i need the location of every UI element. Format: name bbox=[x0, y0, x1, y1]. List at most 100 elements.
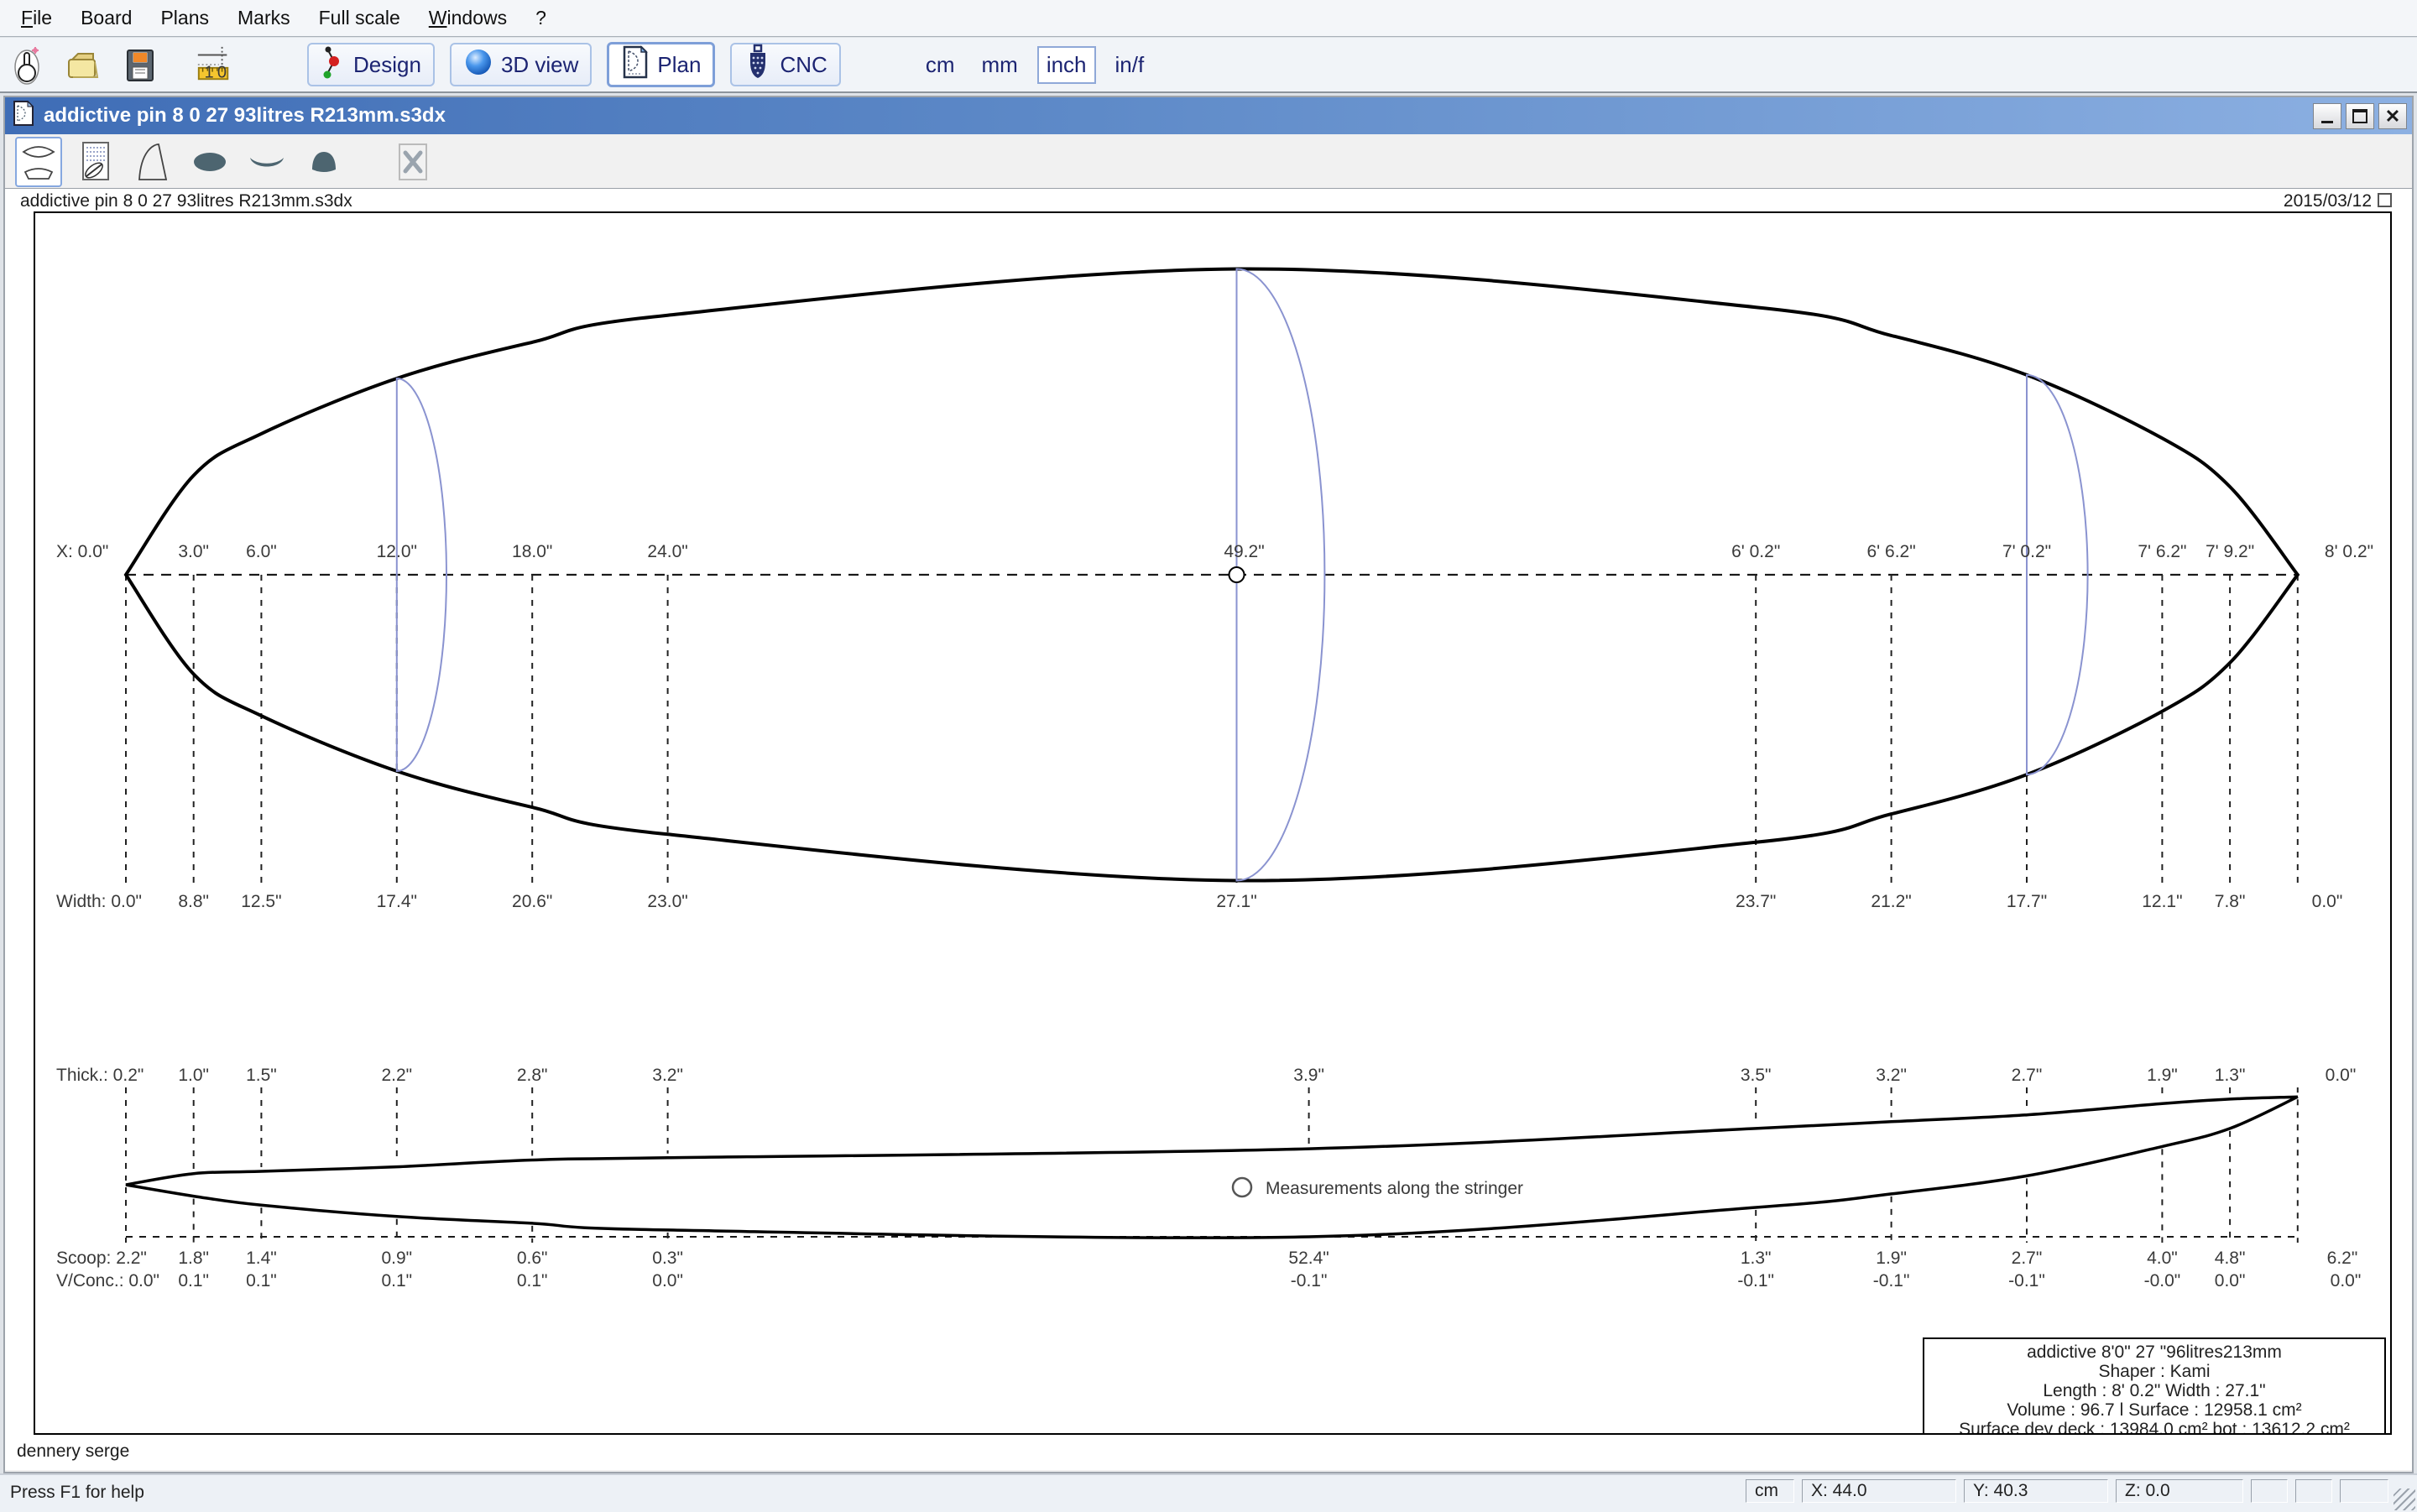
x-measurement-label: X: 0.0" bbox=[56, 542, 108, 561]
scoop-measurement-label: 4.0" bbox=[2147, 1249, 2178, 1268]
menu-item-board[interactable]: Board bbox=[66, 0, 146, 36]
svg-text:0: 0 bbox=[217, 63, 227, 81]
menu-bar: FileBoardPlansMarksFull scaleWindows? bbox=[0, 0, 2417, 37]
3d-view-button[interactable]: 3D view bbox=[450, 43, 592, 86]
scoop-measurement-label: 1.8" bbox=[178, 1249, 209, 1268]
status-y-field: Y: 40.3 bbox=[1964, 1479, 2108, 1503]
width-measurement-label: 23.7" bbox=[1736, 892, 1776, 911]
drawing-frame: X: 0.0"3.0"6.0"12.0"18.0"24.0"49.2"6' 0.… bbox=[34, 211, 2392, 1435]
stringer-annotation: Measurements along the stringer bbox=[1266, 1179, 1523, 1198]
stringer-radio-marker[interactable] bbox=[1233, 1178, 1251, 1197]
plan-button[interactable]: Plan bbox=[607, 42, 715, 87]
slice-deck-button[interactable] bbox=[300, 137, 347, 187]
width-measurement-label: 12.1" bbox=[2142, 892, 2182, 911]
width-measurement-label: Width: 0.0" bbox=[56, 892, 142, 911]
status-x-field: X: 44.0 bbox=[1802, 1479, 1956, 1503]
document-header-row: addictive pin 8 0 27 93litres R213mm.s3d… bbox=[5, 188, 2412, 212]
document-icon bbox=[12, 100, 35, 133]
thick-measurement-label: 1.3" bbox=[2215, 1066, 2246, 1085]
board-info-line: Volume : 96.7 l Surface : 12958.1 cm² bbox=[2007, 1400, 2301, 1420]
menu-item-help[interactable]: ? bbox=[521, 0, 561, 36]
cut-tool-button[interactable] bbox=[389, 137, 436, 187]
menu-item-full-scale[interactable]: Full scale bbox=[305, 0, 415, 36]
main-toolbar: 10 Design 3D view bbox=[0, 38, 2417, 93]
save-floppy-icon[interactable] bbox=[121, 42, 159, 87]
cnc-router-bit-icon bbox=[744, 44, 772, 86]
menu-item-file[interactable]: File bbox=[7, 0, 66, 36]
vconc-measurement-label: -0.1" bbox=[1873, 1271, 1910, 1290]
document-filename: addictive pin 8 0 27 93litres R213mm.s3d… bbox=[20, 191, 352, 211]
width-measurement-label: 20.6" bbox=[512, 892, 552, 911]
unit-mm[interactable]: mm bbox=[974, 48, 1025, 82]
x-measurement-label: 7' 6.2" bbox=[2138, 542, 2186, 561]
unit-cm[interactable]: cm bbox=[918, 48, 963, 82]
sphere-3d-icon bbox=[463, 46, 493, 84]
scoop-measurement-label: 2.7" bbox=[2012, 1249, 2043, 1268]
close-button[interactable]: ✕ bbox=[2378, 103, 2407, 129]
x-measurement-label: 6' 0.2" bbox=[1731, 542, 1780, 561]
vconc-measurement-label: 0.1" bbox=[381, 1271, 412, 1290]
thick-measurement-label: 1.5" bbox=[246, 1066, 277, 1085]
date-checkbox[interactable] bbox=[2378, 193, 2392, 207]
vconc-measurement-label: -0.1" bbox=[1737, 1271, 1774, 1290]
measurements-sheet-button[interactable] bbox=[72, 137, 119, 187]
slice-full-button[interactable] bbox=[186, 137, 233, 187]
design-button[interactable]: Design bbox=[307, 43, 435, 86]
center-marker[interactable] bbox=[1229, 567, 1245, 582]
vconc-measurement-label: -0.1" bbox=[2008, 1271, 2045, 1290]
minimize-icon bbox=[2321, 121, 2333, 123]
slice-curve[interactable] bbox=[397, 378, 446, 771]
plan-button-label: Plan bbox=[657, 52, 701, 78]
outline-view-button[interactable] bbox=[15, 137, 62, 187]
menu-item-windows[interactable]: Windows bbox=[415, 0, 521, 36]
svg-text:1: 1 bbox=[205, 63, 214, 81]
scoop-measurement-label: 1.9" bbox=[1876, 1249, 1907, 1268]
scoop-measurement-label: 0.3" bbox=[652, 1249, 683, 1268]
width-measurement-label: 8.8" bbox=[178, 892, 209, 911]
x-measurement-label: 7' 0.2" bbox=[2002, 542, 2051, 561]
3d-view-button-label: 3D view bbox=[501, 52, 578, 78]
slice-bottom-button[interactable] bbox=[243, 137, 290, 187]
open-folder-icon[interactable] bbox=[64, 42, 102, 87]
menu-item-plans[interactable]: Plans bbox=[146, 0, 223, 36]
x-measurement-label: 6.0" bbox=[246, 542, 277, 561]
scoop-measurement-label: 4.8" bbox=[2215, 1249, 2246, 1268]
scoop-measurement-label: 6.2" bbox=[2327, 1249, 2358, 1268]
vconc-measurement-label: V/Conc.: 0.0" bbox=[56, 1271, 159, 1290]
minimize-button[interactable] bbox=[2313, 103, 2341, 129]
vconc-measurement-label: 0.0" bbox=[2215, 1271, 2246, 1290]
unit-inch[interactable]: inch bbox=[1037, 46, 1096, 84]
vconc-measurement-label: 0.0" bbox=[652, 1271, 683, 1290]
cnc-button-label: CNC bbox=[780, 52, 827, 78]
document-title-bar[interactable]: addictive pin 8 0 27 93litres R213mm.s3d… bbox=[5, 97, 2412, 134]
vconc-measurement-label: 0.0" bbox=[2331, 1271, 2362, 1290]
resize-grip[interactable] bbox=[2394, 1489, 2415, 1510]
rocker-profile-button[interactable] bbox=[129, 137, 176, 187]
status-empty-field bbox=[2295, 1479, 2332, 1503]
width-measurement-label: 21.2" bbox=[1871, 892, 1911, 911]
unit-toggle-group: cm mm inch in/f bbox=[906, 46, 1151, 84]
ruler-guides-icon[interactable]: 10 bbox=[195, 42, 233, 87]
thick-measurement-label: 3.2" bbox=[652, 1066, 683, 1085]
thick-measurement-label: 2.2" bbox=[381, 1066, 412, 1085]
status-empty-field bbox=[2340, 1479, 2388, 1503]
x-measurement-label: 3.0" bbox=[178, 542, 209, 561]
scoop-measurement-label: 1.3" bbox=[1741, 1249, 1772, 1268]
board-info-line: Length : 8' 0.2" Width : 27.1" bbox=[2043, 1381, 2265, 1400]
hand-pointer-icon[interactable] bbox=[8, 42, 47, 87]
board-info-line: addictive 8'0" 27 "96litres213mm bbox=[2027, 1343, 2282, 1362]
view-toolbar bbox=[5, 136, 2412, 188]
thick-measurement-label: 3.9" bbox=[1293, 1066, 1324, 1085]
rocker-profile-outline[interactable] bbox=[126, 1097, 2298, 1238]
cnc-button[interactable]: CNC bbox=[730, 43, 840, 86]
width-measurement-label: 27.1" bbox=[1216, 892, 1256, 911]
board-info-line: Shaper : Kami bbox=[2098, 1362, 2210, 1381]
menu-item-marks[interactable]: Marks bbox=[223, 0, 305, 36]
drawing-page: X: 0.0"3.0"6.0"12.0"18.0"24.0"49.2"6' 0.… bbox=[5, 211, 2412, 1470]
document-title: addictive pin 8 0 27 93litres R213mm.s3d… bbox=[44, 104, 446, 128]
vconc-measurement-label: 0.1" bbox=[517, 1271, 548, 1290]
document-date: 2015/03/12 bbox=[2284, 191, 2372, 211]
unit-inf[interactable]: in/f bbox=[1108, 48, 1152, 82]
maximize-button[interactable] bbox=[2346, 103, 2374, 129]
board-plan-drawing[interactable]: X: 0.0"3.0"6.0"12.0"18.0"24.0"49.2"6' 0.… bbox=[35, 213, 2390, 1433]
